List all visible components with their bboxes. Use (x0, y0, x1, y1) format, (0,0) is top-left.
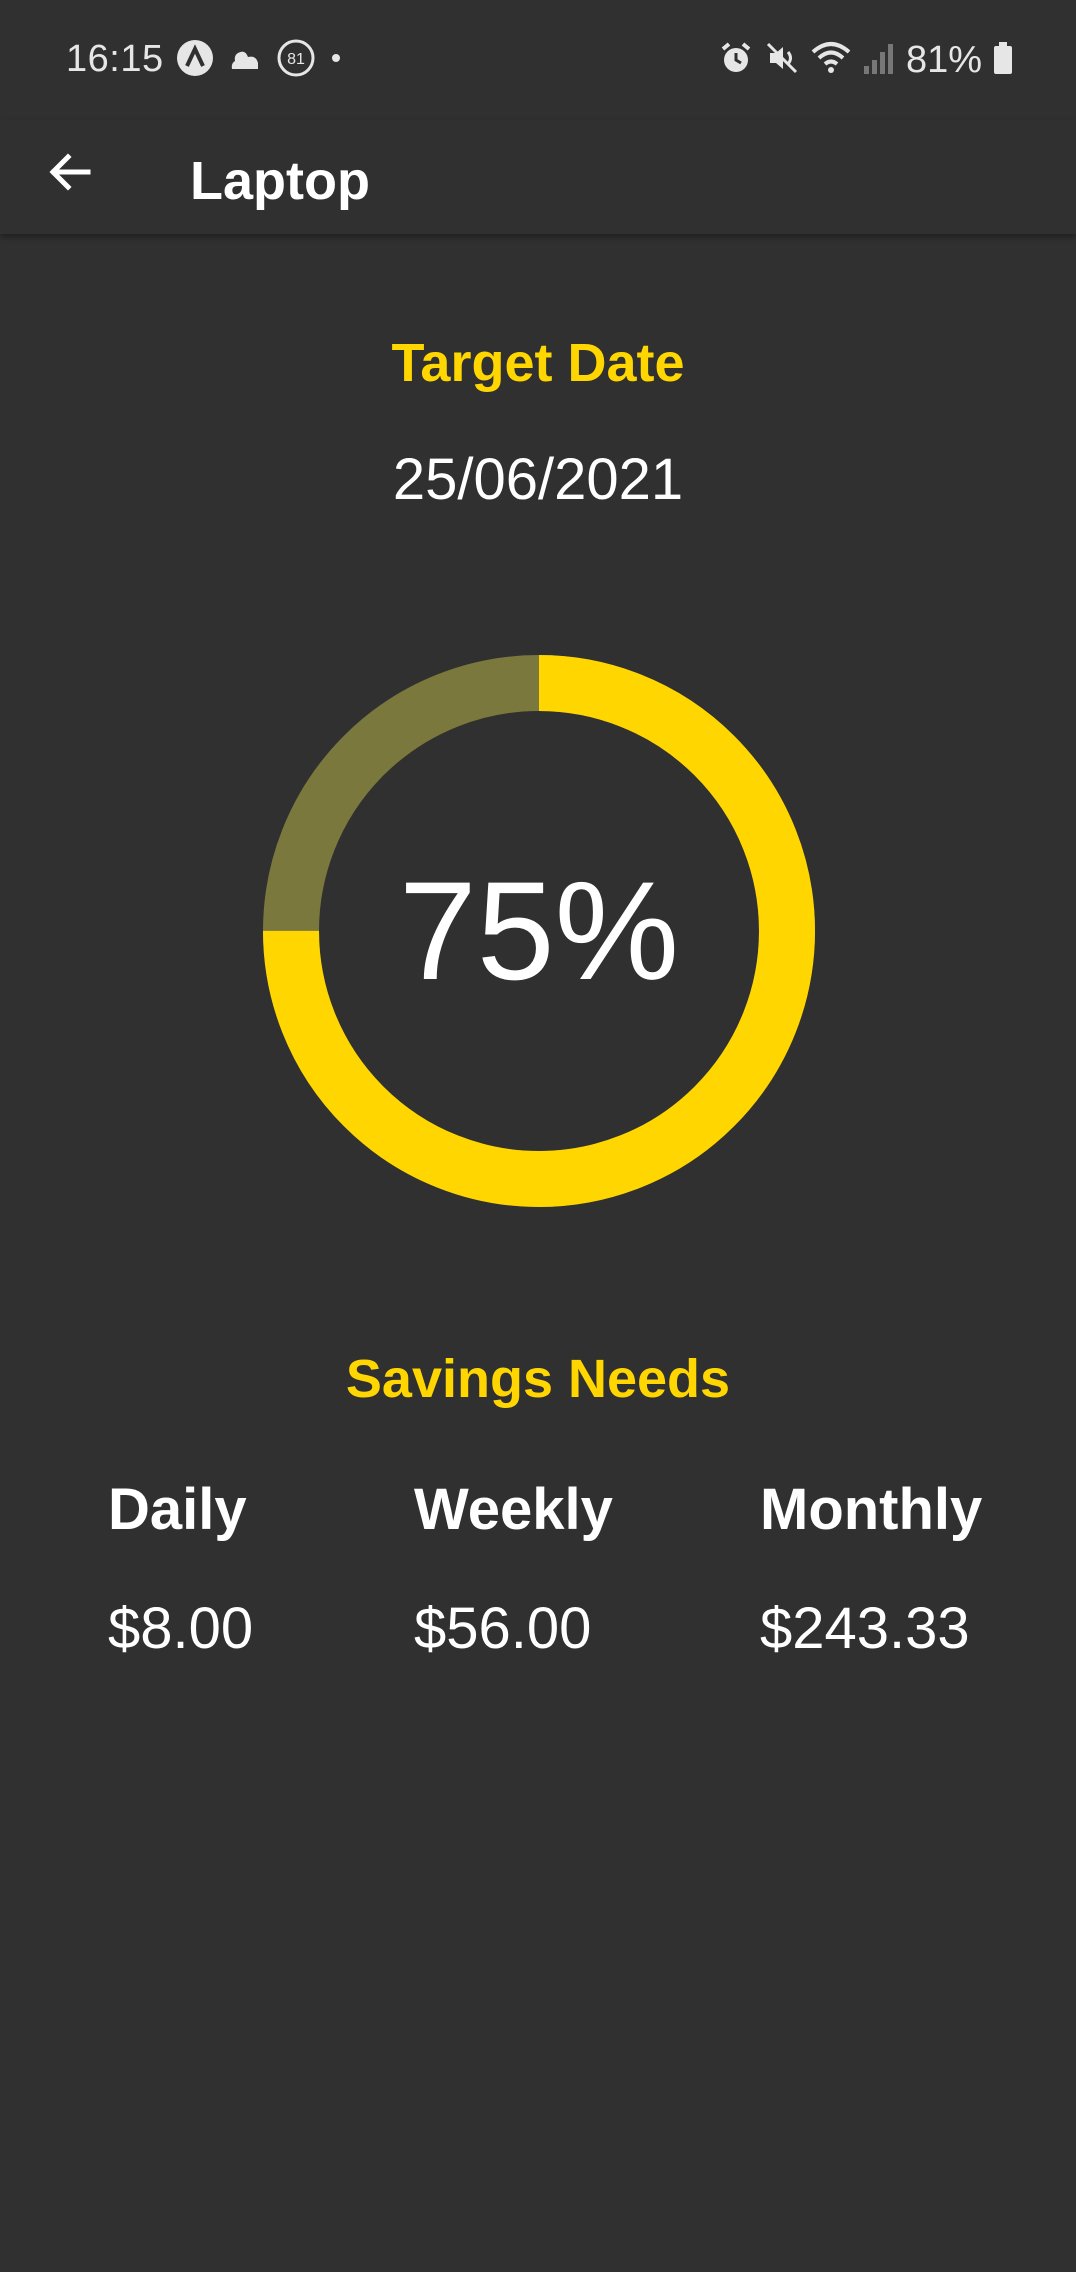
page-title: Laptop (190, 151, 370, 211)
battery-icon (992, 40, 1014, 81)
savings-needs-title: Savings Needs (345, 1349, 731, 1409)
target-date-label: Target Date (391, 333, 685, 393)
battery-percent: 81% (905, 38, 982, 81)
savings-weekly-label: Weekly (414, 1477, 613, 1542)
dot-icon (330, 51, 342, 69)
target-date-value: 25/06/2021 (392, 447, 684, 512)
progress-percent: 75% (398, 852, 680, 1009)
back-button[interactable] (30, 134, 110, 214)
savings-monthly-label: Monthly (760, 1477, 983, 1542)
arrow-left-icon (46, 148, 94, 201)
savings-needs-row: Daily $8.00 Weekly $56.00 Monthly $243.3… (0, 1476, 1076, 1676)
status-bar: 16:15 81 81% (0, 0, 1076, 120)
savings-daily-value: $8.00 (108, 1596, 254, 1661)
badge-count: 81 (287, 51, 305, 68)
savings-monthly: Monthly $243.33 (760, 1476, 982, 1662)
progress-ring: 75% (263, 655, 815, 1207)
badge-icon: 81 (276, 38, 316, 83)
app-a-icon (176, 39, 214, 82)
signal-icon (862, 40, 896, 81)
status-left-icons: 81 (176, 38, 342, 83)
wifi-icon (810, 40, 852, 81)
savings-daily-label: Daily (108, 1477, 247, 1542)
cloud-icon (228, 43, 262, 78)
status-time: 16:15 (66, 38, 164, 80)
savings-weekly-value: $56.00 (414, 1596, 592, 1661)
alarm-icon (718, 40, 754, 81)
savings-monthly-value: $243.33 (760, 1596, 970, 1661)
savings-daily: Daily $8.00 (108, 1476, 253, 1662)
savings-weekly: Weekly $56.00 (414, 1476, 613, 1662)
status-right-icons: 81% (718, 38, 1014, 82)
app-bar: Laptop (0, 120, 1076, 234)
mute-icon (764, 40, 800, 81)
